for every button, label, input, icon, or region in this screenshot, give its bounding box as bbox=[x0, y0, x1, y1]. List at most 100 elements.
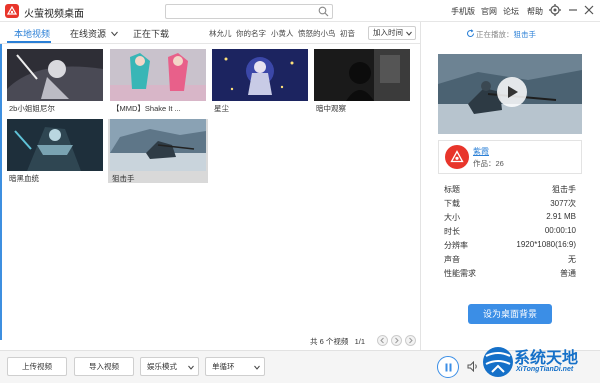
refresh-icon[interactable] bbox=[466, 29, 475, 38]
mode-select-value: 娱乐模式 bbox=[147, 362, 177, 371]
info-value: 狙击手 bbox=[552, 185, 576, 194]
info-value: 2.91 MB bbox=[546, 212, 576, 221]
video-card[interactable]: 2b小姐姐尼尔 bbox=[7, 49, 103, 113]
active-tab-indicator bbox=[7, 41, 51, 43]
upload-video-button[interactable]: 上传视频 bbox=[7, 357, 67, 376]
forum-link[interactable]: 论坛 bbox=[503, 6, 519, 17]
app-logo-icon bbox=[5, 4, 19, 18]
mode-select[interactable]: 娱乐模式 bbox=[140, 357, 199, 376]
chevron-down-icon bbox=[254, 365, 260, 370]
chevron-down-icon bbox=[110, 31, 118, 37]
info-key: 声音 bbox=[444, 255, 460, 264]
video-thumbnail bbox=[110, 49, 206, 101]
info-key: 大小 bbox=[444, 213, 460, 222]
play-icon bbox=[508, 86, 518, 98]
tag-chip[interactable]: 初音 bbox=[340, 28, 355, 39]
now-playing-prefix: 正在播放： bbox=[476, 30, 514, 39]
author-works-count: 作品：26 bbox=[473, 159, 504, 168]
video-title: 【MMD】Shake It ... bbox=[112, 104, 181, 113]
info-value: 普通 bbox=[560, 269, 576, 278]
tabs-bar: 本地视频 在线资源 正在下载 林允儿 你的名字 小黄人 愤怒的小鸟 初音 加入时… bbox=[0, 22, 420, 44]
title-bar: 火萤视频桌面 手机版 官网 论坛 帮助 bbox=[0, 0, 600, 22]
pause-icon bbox=[445, 363, 452, 372]
info-row-downloads: 下载 3077次 bbox=[444, 198, 576, 210]
video-thumbnail bbox=[314, 49, 410, 101]
tab-online-resources-label: 在线资源 bbox=[70, 29, 107, 39]
video-count: 共 6 个视频 bbox=[310, 337, 349, 346]
info-value: 3077次 bbox=[550, 199, 576, 208]
video-card[interactable]: 星尘 bbox=[212, 49, 308, 113]
video-card[interactable]: 【MMD】Shake It ... bbox=[110, 49, 206, 113]
author-avatar[interactable] bbox=[445, 145, 469, 169]
now-playing-title: 狙击手 bbox=[513, 30, 537, 39]
play-button[interactable] bbox=[497, 77, 527, 107]
author-card: 紫霞 作品：26 bbox=[438, 140, 582, 174]
info-row-duration: 时长 00:00:10 bbox=[444, 226, 576, 238]
tab-local-videos[interactable]: 本地视频 bbox=[14, 27, 50, 40]
tag-chip[interactable]: 小黄人 bbox=[271, 28, 294, 39]
tag-chip[interactable]: 愤怒的小鸟 bbox=[298, 28, 336, 39]
video-thumbnail bbox=[7, 49, 103, 101]
info-row-sound: 声音 无 bbox=[444, 254, 576, 266]
chevron-down-icon bbox=[406, 31, 412, 36]
info-value: 1920*1080(16:9) bbox=[516, 240, 576, 249]
last-page-button[interactable] bbox=[405, 335, 416, 346]
watermark-url: XiTongTianDi.net bbox=[516, 366, 574, 373]
sort-select[interactable]: 加入时间 bbox=[368, 26, 416, 40]
chevron-down-icon bbox=[188, 365, 194, 370]
official-site-link[interactable]: 官网 bbox=[481, 6, 497, 17]
info-key: 标题 bbox=[444, 185, 460, 194]
minimize-icon[interactable] bbox=[566, 3, 580, 17]
video-thumbnail bbox=[212, 49, 308, 101]
video-title: 2b小姐姐尼尔 bbox=[9, 104, 55, 113]
author-name-link[interactable]: 紫霞 bbox=[473, 146, 489, 157]
video-title: 星尘 bbox=[214, 104, 229, 113]
left-accent-bar bbox=[0, 44, 2, 340]
settings-gear-icon[interactable] bbox=[548, 3, 562, 17]
search-input[interactable] bbox=[166, 5, 314, 18]
video-thumbnail bbox=[7, 119, 103, 171]
tag-chip[interactable]: 林允儿 bbox=[209, 28, 232, 39]
prev-page-button[interactable] bbox=[377, 335, 388, 346]
page-number: 1/1 bbox=[354, 337, 366, 346]
tab-online-resources[interactable]: 在线资源 bbox=[70, 27, 118, 40]
logo-icon bbox=[450, 150, 464, 163]
video-thumbnail bbox=[110, 119, 206, 171]
info-value: 00:00:10 bbox=[544, 226, 576, 235]
info-row-size: 大小 2.91 MB bbox=[444, 212, 576, 224]
video-card[interactable]: 暗黑血统 bbox=[7, 119, 103, 183]
video-title: 暗黑血统 bbox=[9, 174, 39, 183]
chevron-right-icon bbox=[409, 337, 413, 344]
sort-select-value: 加入时间 bbox=[373, 28, 403, 37]
search-box[interactable] bbox=[165, 4, 333, 19]
app-title: 火萤视频桌面 bbox=[24, 9, 84, 20]
info-row-title: 标题 狙击手 bbox=[444, 184, 576, 196]
set-wallpaper-button[interactable]: 设为桌面背景 bbox=[468, 304, 552, 324]
chevron-right-icon bbox=[395, 337, 399, 344]
video-card-selected[interactable]: 狙击手 bbox=[108, 119, 208, 183]
loop-select-value: 单循环 bbox=[212, 362, 235, 371]
video-card[interactable]: 暗中观察 bbox=[314, 49, 410, 113]
watermark-title: 系统天地 bbox=[514, 348, 579, 367]
search-icon[interactable] bbox=[318, 6, 329, 17]
loop-select[interactable]: 单循环 bbox=[205, 357, 265, 376]
import-video-button[interactable]: 导入视频 bbox=[74, 357, 134, 376]
info-key: 下载 bbox=[444, 199, 460, 208]
mobile-link[interactable]: 手机版 bbox=[451, 6, 475, 17]
tag-chip[interactable]: 你的名字 bbox=[236, 28, 266, 39]
close-icon[interactable] bbox=[582, 3, 596, 17]
video-title: 狙击手 bbox=[112, 174, 135, 183]
info-row-resolution: 分辨率 1920*1080(16:9) bbox=[444, 240, 576, 252]
info-key: 性能需求 bbox=[444, 269, 476, 278]
tab-downloading[interactable]: 正在下载 bbox=[133, 27, 169, 40]
info-key: 分辨率 bbox=[444, 241, 468, 250]
help-link[interactable]: 帮助 bbox=[527, 6, 543, 17]
info-row-performance: 性能需求 普通 bbox=[444, 268, 576, 280]
pause-button[interactable] bbox=[437, 356, 459, 378]
now-playing-label: 正在播放：狙击手 bbox=[476, 29, 536, 40]
next-page-button[interactable] bbox=[391, 335, 402, 346]
chevron-left-icon bbox=[380, 337, 384, 344]
video-title: 暗中观察 bbox=[316, 104, 346, 113]
info-key: 时长 bbox=[444, 227, 460, 236]
panel-divider bbox=[420, 22, 421, 350]
